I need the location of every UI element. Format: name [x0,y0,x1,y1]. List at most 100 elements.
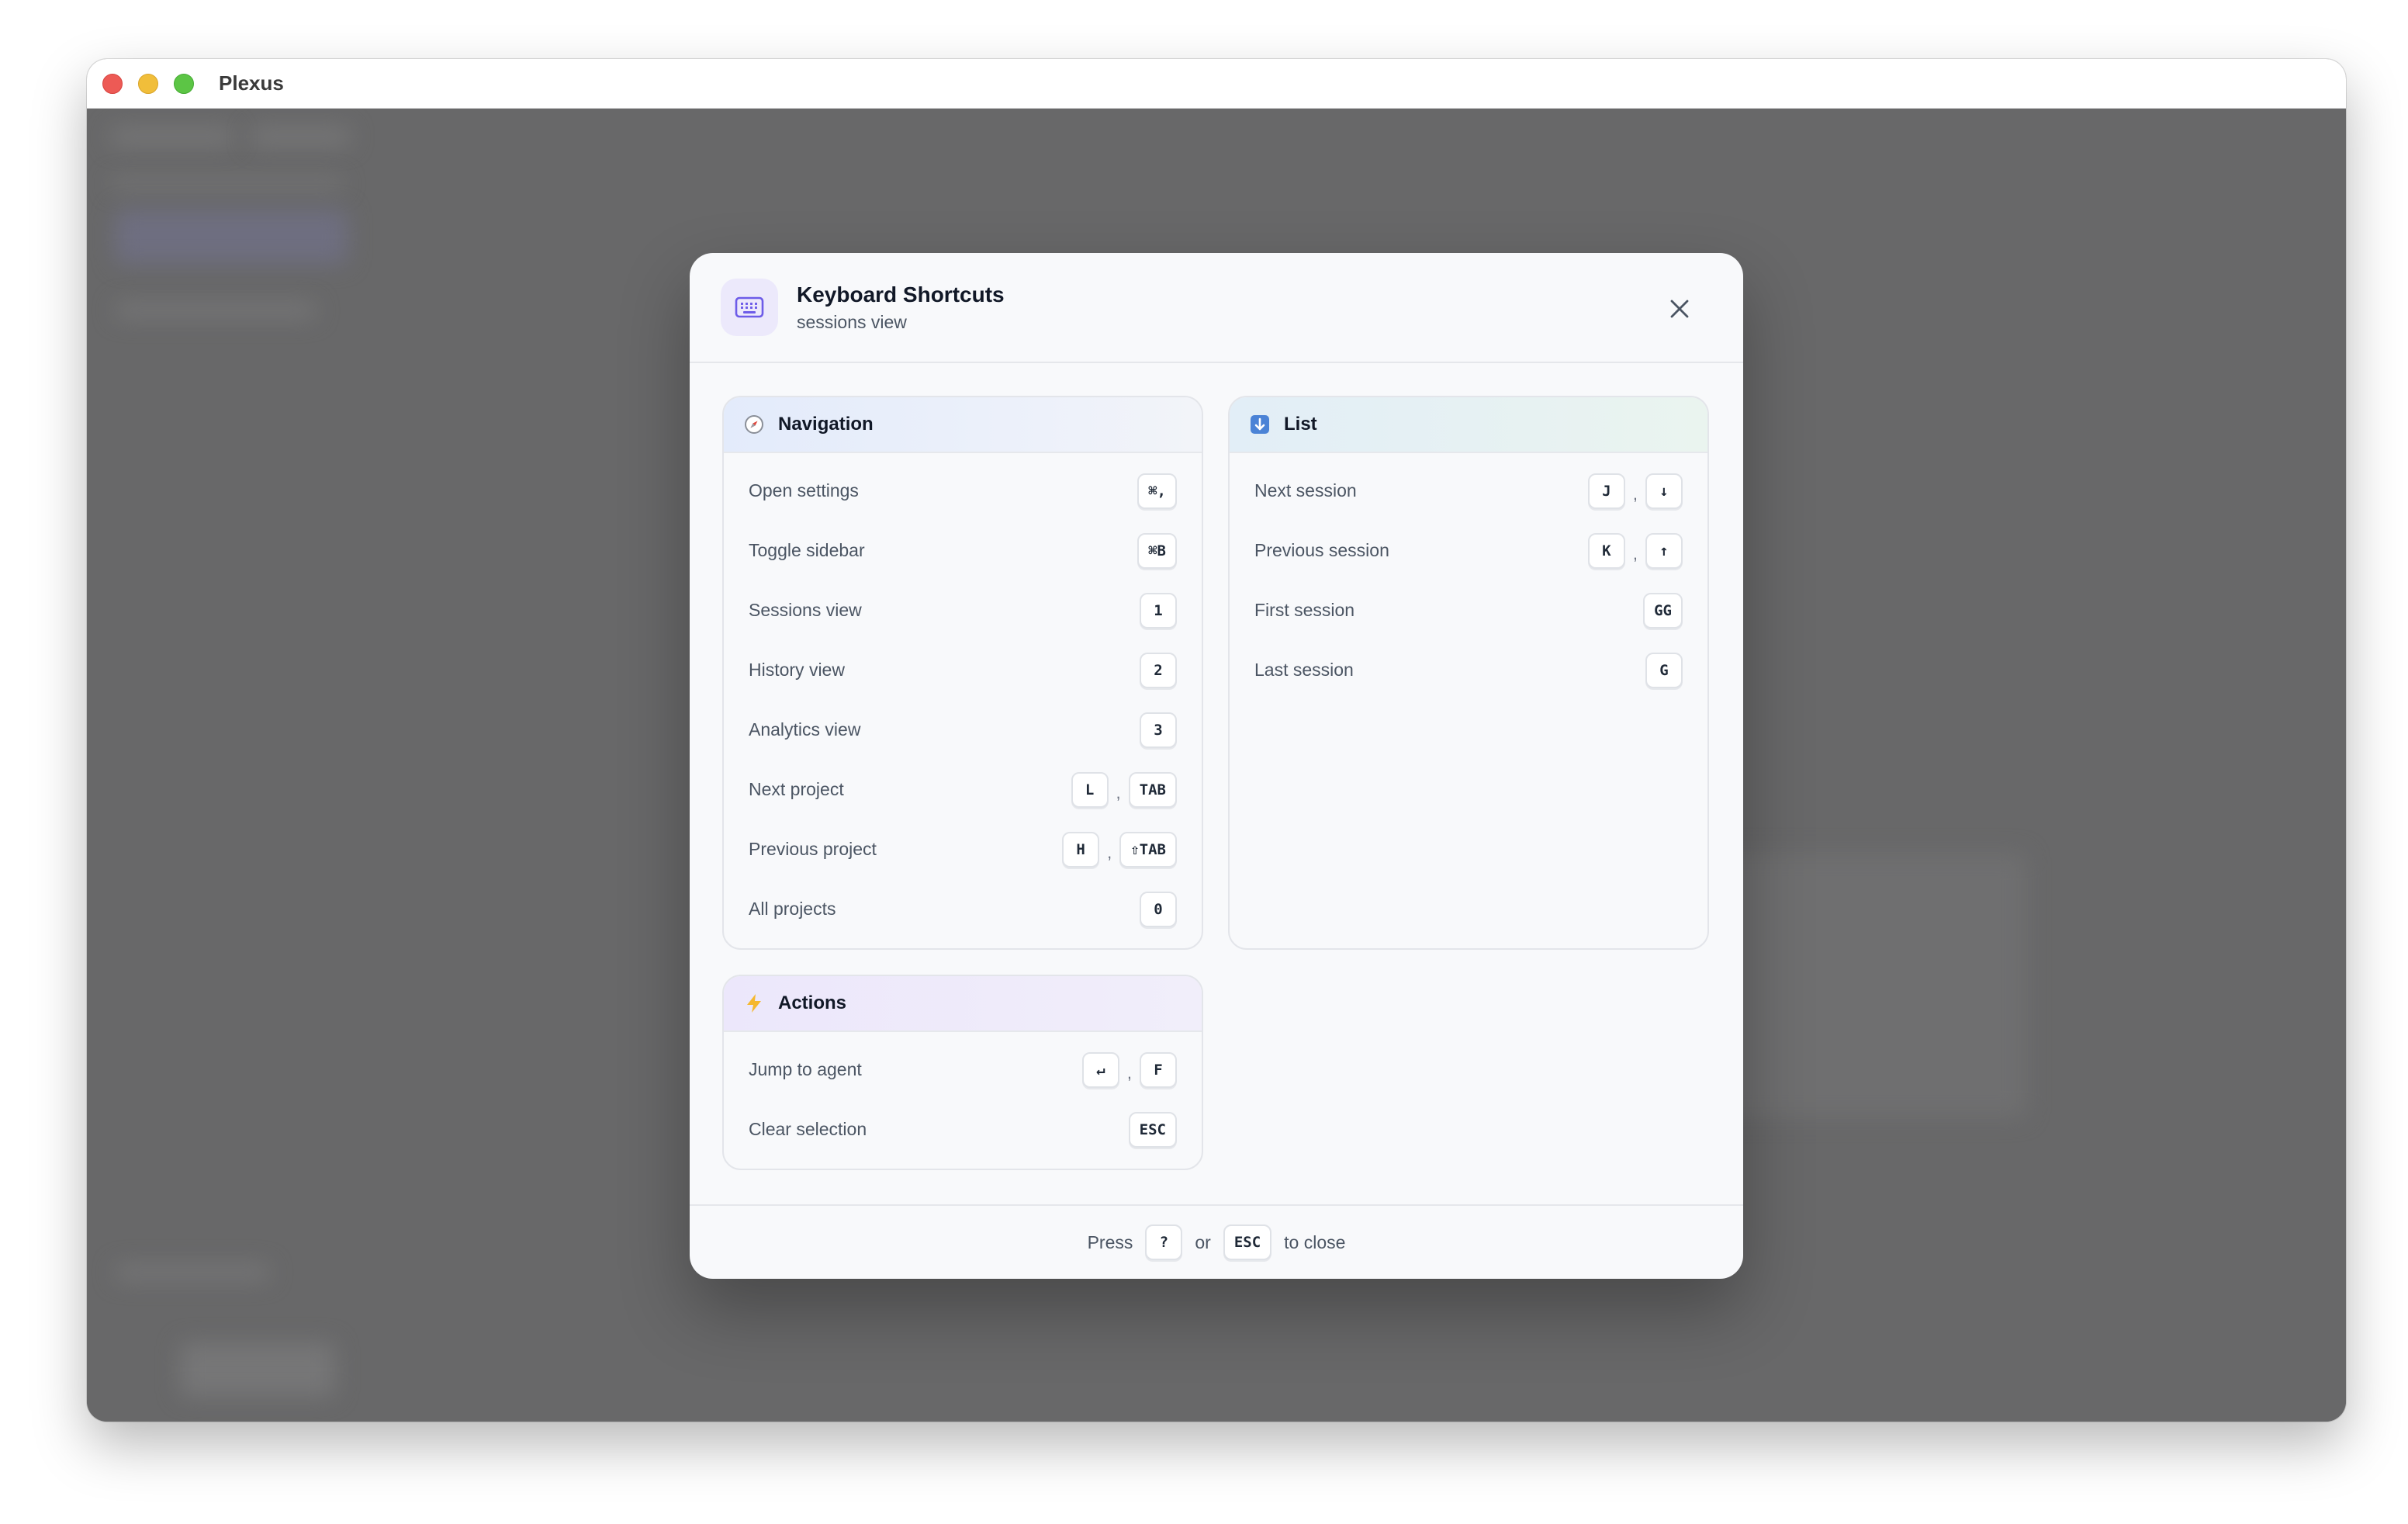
shortcut-label: Open settings [749,480,859,500]
key-cap: 0 [1140,891,1177,927]
shortcut-row: First session GG [1230,580,1707,640]
key-cap: ↵ [1081,1051,1119,1088]
shortcut-label: Next project [749,779,844,799]
navigation-shortcut-list: Open settings ⌘, Toggle sidebar ⌘B Sessions … [724,461,1202,939]
navigation-section-header: Navigation [724,397,1202,453]
shortcut-label: All projects [749,899,836,919]
shortcut-row: Analytics view 3 [724,700,1202,760]
shortcut-keys: 3 [1140,712,1177,748]
key-separator: , [1632,543,1638,563]
shortcut-label: Sessions view [749,600,862,620]
footer-escape-key: ESC [1223,1224,1272,1260]
blurred-element [110,127,234,146]
shortcut-label: History view [749,660,845,680]
shortcut-keys: J, ↓ [1587,473,1683,509]
sort-down-icon [1248,413,1271,436]
actions-shortcut-list: Jump to agent ↵, F Clear selection ESC [724,1040,1202,1159]
footer-or-label: or [1195,1231,1211,1252]
shortcut-keys: L, TAB [1071,771,1177,808]
shortcut-row: Clear selection ESC [724,1100,1202,1159]
key-cap: 3 [1140,712,1177,748]
shortcut-keys: ⌘B [1137,532,1177,569]
shortcut-row: All projects 0 [724,879,1202,939]
title-bar: Plexus [87,59,2346,109]
key-cap: ⇧TAB [1119,831,1177,868]
shortcut-row: Next project L, TAB [724,760,1202,819]
shortcut-row: Last session G [1230,640,1707,700]
key-cap: 1 [1140,592,1177,629]
shortcut-keys: G [1645,652,1683,688]
shortcut-keys: H, ⇧TAB [1062,831,1177,868]
lightning-icon [742,992,766,1015]
footer-help-key: ? [1145,1224,1183,1260]
app-title: Plexus [219,71,284,95]
shortcut-row: Previous project H, ⇧TAB [724,819,1202,879]
key-cap: H [1062,831,1100,868]
shortcut-label: Previous project [749,839,877,859]
shortcut-keys: 0 [1140,891,1177,927]
navigation-section-title: Navigation [778,414,874,435]
shortcut-label: Clear selection [749,1119,867,1139]
keyboard-shortcuts-dialog: Keyboard Shortcuts sessions view Navigat… [690,253,1743,1279]
key-separator: , [1107,842,1112,862]
navigation-section: Navigation Open settings ⌘, Toggle sidebar… [722,396,1203,950]
maximize-window-button[interactable] [174,73,194,94]
footer-close-label: to close [1284,1231,1346,1252]
key-separator: , [1632,483,1638,504]
actions-section-header: Actions [724,976,1202,1032]
blurred-element [115,303,317,318]
key-cap: ⌘, [1137,473,1177,509]
shortcut-label: Next session [1254,480,1357,500]
shortcut-keys: GG [1643,592,1683,629]
key-cap: ↓ [1645,473,1683,509]
shortcut-row: Sessions view 1 [724,580,1202,640]
list-shortcut-list: Next session J, ↓ Previous session K, ↑ First … [1230,461,1707,700]
close-icon [1670,300,1689,318]
key-cap: ESC [1128,1111,1177,1148]
shortcut-row: Toggle sidebar ⌘B [724,521,1202,580]
key-cap: K [1587,532,1625,569]
blurred-element [180,1342,335,1397]
dialog-subtitle: sessions view [797,311,907,332]
dialog-header: Keyboard Shortcuts sessions view [690,253,1743,363]
shortcut-keys: ↵, F [1081,1051,1177,1088]
shortcut-label: Analytics view [749,719,861,739]
key-separator: , [1116,782,1121,802]
shortcut-row: Jump to agent ↵, F [724,1040,1202,1100]
shortcut-label: Last session [1254,660,1354,680]
actions-section-title: Actions [778,992,847,1013]
key-cap: 2 [1140,652,1177,688]
keyboard-icon [721,279,778,336]
actions-section: Actions Jump to agent ↵, F Clear selection E… [722,975,1203,1170]
window-controls [102,73,209,94]
key-separator: , [1126,1062,1132,1082]
minimize-window-button[interactable] [138,73,158,94]
key-cap: G [1645,652,1683,688]
blurred-element [1700,854,2026,1117]
list-section: List Next session J, ↓ Previous session K, ↑ F… [1228,396,1709,950]
shortcut-keys: ⌘, [1137,473,1177,509]
key-cap: F [1140,1051,1177,1088]
close-dialog-button[interactable] [1664,293,1695,324]
list-section-header: List [1230,397,1707,453]
shortcut-keys: ESC [1128,1111,1177,1148]
blurred-element [250,127,351,146]
shortcut-label: First session [1254,600,1355,620]
blurred-element [115,210,348,264]
shortcut-label: Toggle sidebar [749,540,865,560]
shortcut-row: Open settings ⌘, [724,461,1202,521]
dialog-title: Keyboard Shortcuts [797,282,1005,307]
shortcut-keys: 2 [1140,652,1177,688]
shortcut-label: Previous session [1254,540,1389,560]
shortcut-row: Previous session K, ↑ [1230,521,1707,580]
key-cap: ⌘B [1137,532,1177,569]
close-window-button[interactable] [102,73,123,94]
shortcut-row: Next session J, ↓ [1230,461,1707,521]
compass-icon [742,413,766,436]
blurred-element [115,1265,270,1280]
footer-press-label: Press [1087,1231,1133,1252]
dialog-footer: Press ? or ESC to close [690,1204,1743,1279]
shortcut-keys: 1 [1140,592,1177,629]
list-section-title: List [1284,414,1317,435]
blurred-element [110,178,343,189]
